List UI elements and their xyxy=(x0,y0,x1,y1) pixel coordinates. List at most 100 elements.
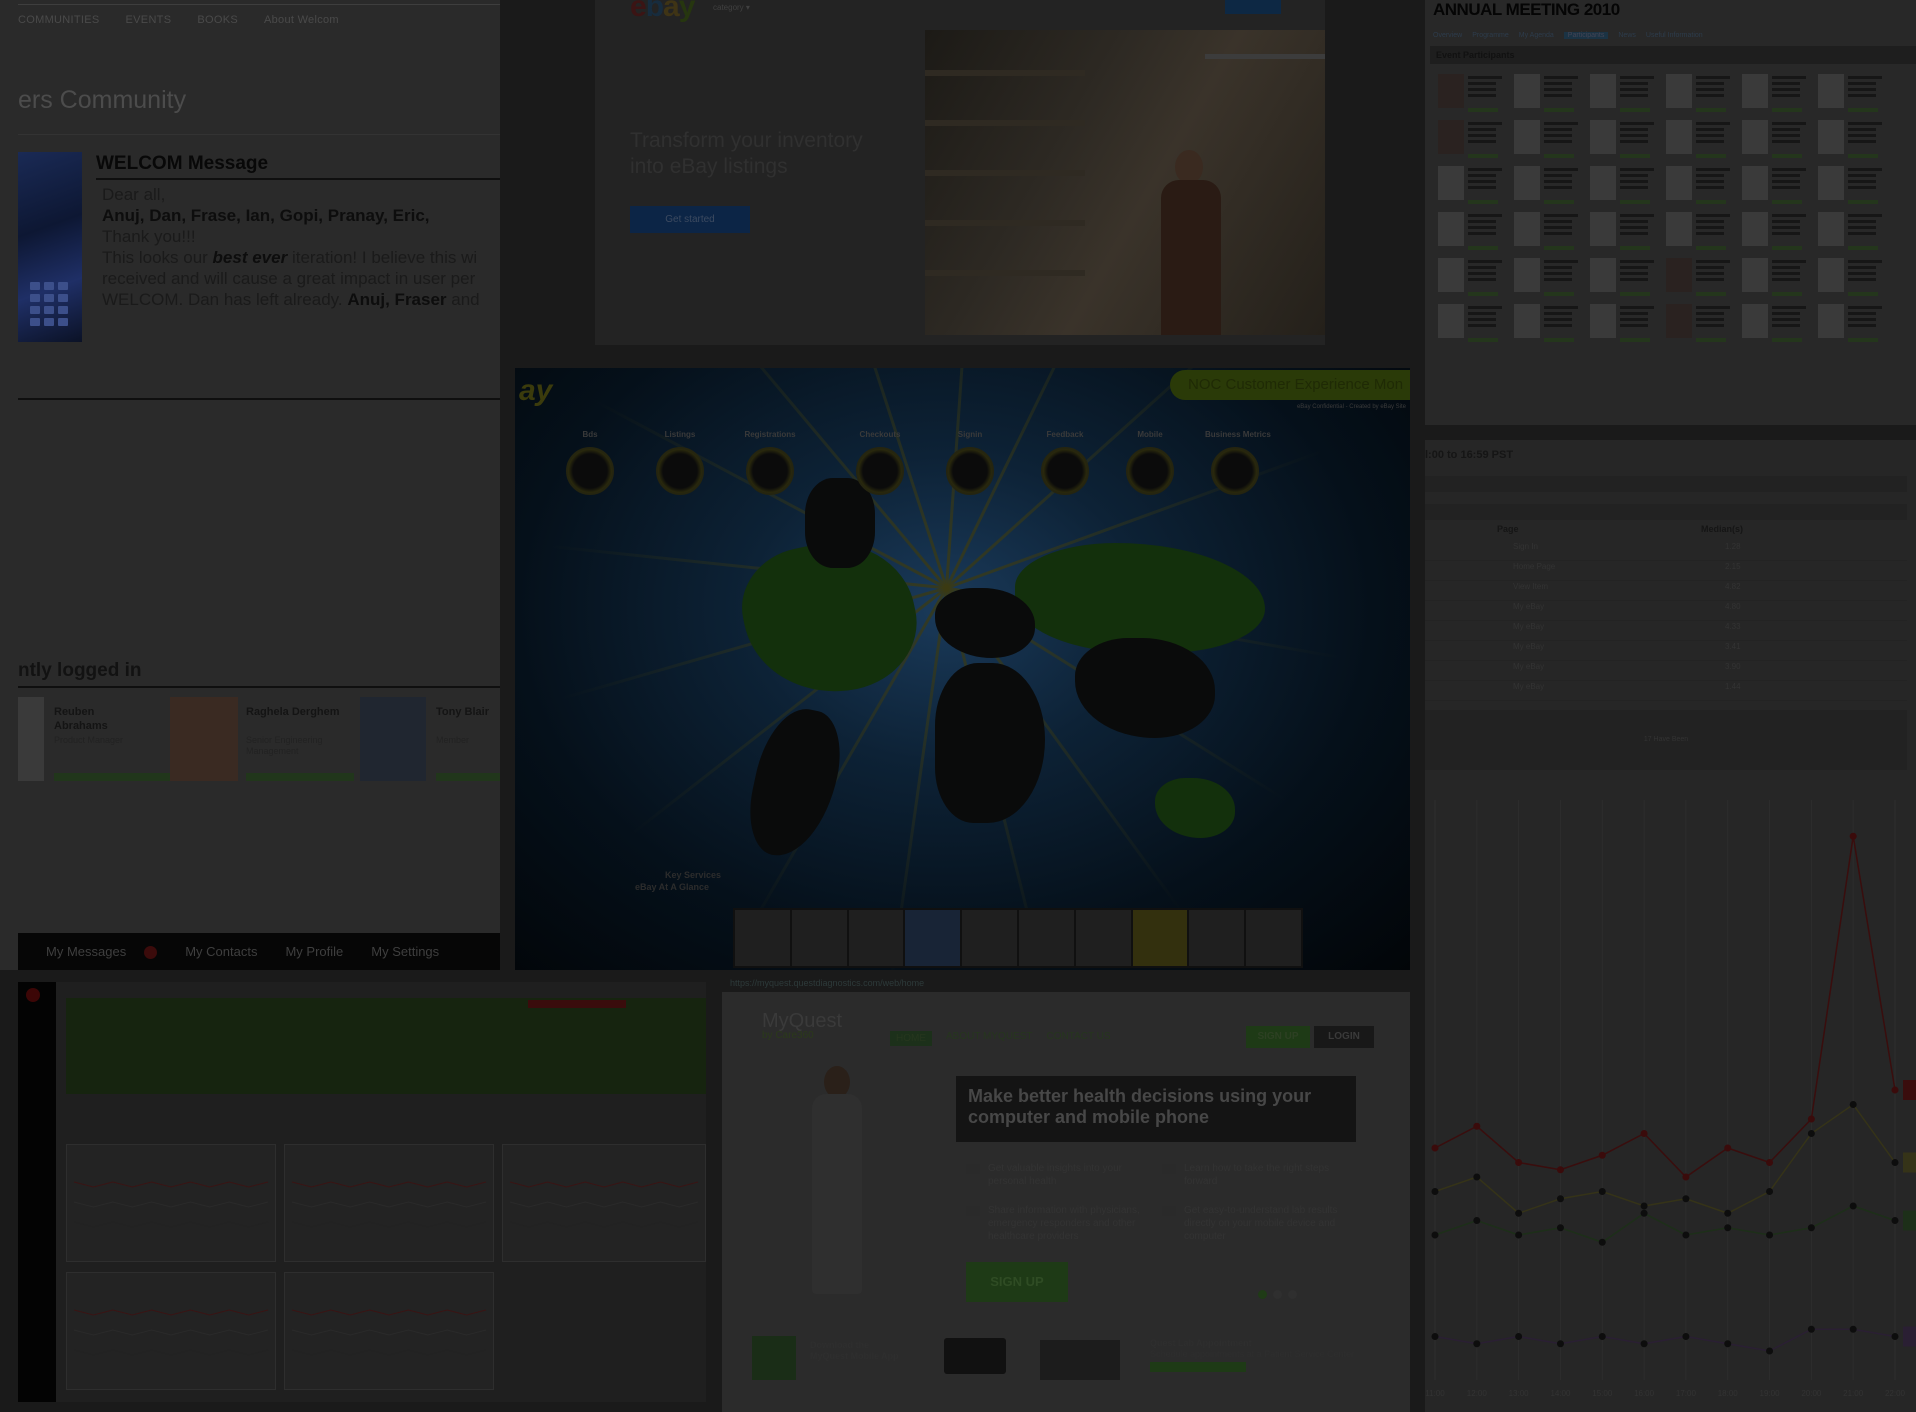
data-point[interactable] xyxy=(1556,1195,1564,1203)
product-thumb[interactable] xyxy=(1018,910,1074,966)
data-point[interactable] xyxy=(1682,1231,1690,1239)
nav-home[interactable]: HOME xyxy=(890,1031,932,1046)
data-point[interactable] xyxy=(1556,1166,1564,1174)
data-point[interactable] xyxy=(1431,1231,1439,1239)
tab-my-messages[interactable]: My Messages xyxy=(18,944,171,960)
member-card[interactable]: Reuben Abrahams Product Manager xyxy=(18,697,178,781)
tab-overview[interactable]: Overview xyxy=(1433,32,1462,39)
participant-card[interactable] xyxy=(1734,300,1818,344)
participant-card[interactable] xyxy=(1506,300,1590,344)
data-point[interactable] xyxy=(1556,1224,1564,1232)
participant-card[interactable] xyxy=(1430,254,1514,298)
participant-card[interactable] xyxy=(1430,162,1514,206)
participant-card[interactable] xyxy=(1810,254,1894,298)
table-row[interactable]: My eBay 3.90 xyxy=(1425,662,1907,681)
data-point[interactable] xyxy=(1849,1325,1857,1333)
data-point[interactable] xyxy=(1807,1115,1815,1123)
member-card[interactable]: Raghela Derghem Senior Engineering Manag… xyxy=(170,697,356,781)
data-point[interactable] xyxy=(1766,1347,1774,1355)
participant-card[interactable] xyxy=(1810,300,1894,344)
gauge-bds[interactable]: Bds xyxy=(560,430,620,495)
participant-card[interactable] xyxy=(1658,300,1742,344)
participant-card[interactable] xyxy=(1582,300,1666,344)
data-point[interactable] xyxy=(1766,1231,1774,1239)
table-row[interactable]: My eBay 1.44 xyxy=(1425,682,1907,701)
nav-about[interactable]: About Welcom xyxy=(264,14,339,26)
data-point[interactable] xyxy=(1473,1217,1481,1224)
data-point[interactable] xyxy=(1724,1209,1732,1217)
product-thumb[interactable] xyxy=(1189,910,1245,966)
table-row[interactable]: Home Page 2.15 xyxy=(1425,562,1907,581)
data-point[interactable] xyxy=(1766,1188,1774,1195)
tab-my-contacts[interactable]: My Contacts xyxy=(171,944,271,959)
data-point[interactable] xyxy=(1431,1333,1439,1340)
participant-card[interactable] xyxy=(1810,162,1894,206)
participant-card[interactable] xyxy=(1430,300,1514,344)
product-thumb[interactable] xyxy=(962,910,1017,966)
data-point[interactable] xyxy=(1640,1202,1648,1210)
nav-events[interactable]: EVENTS xyxy=(126,14,172,26)
data-point[interactable] xyxy=(1891,1086,1899,1094)
data-point[interactable] xyxy=(1598,1333,1606,1340)
data-point[interactable] xyxy=(1556,1340,1564,1348)
tab-participants[interactable]: Participants xyxy=(1563,32,1609,39)
data-point[interactable] xyxy=(1640,1340,1648,1348)
data-point[interactable] xyxy=(1807,1325,1815,1333)
data-point[interactable] xyxy=(1849,1202,1857,1210)
participant-card[interactable] xyxy=(1506,70,1590,114)
participant-card[interactable] xyxy=(1658,254,1742,298)
product-thumb[interactable] xyxy=(735,910,790,966)
participant-card[interactable] xyxy=(1430,116,1514,160)
login-button[interactable]: LOGIN xyxy=(1314,1026,1374,1048)
category-select[interactable]: category ▾ xyxy=(713,3,750,12)
data-point[interactable] xyxy=(1849,832,1857,840)
participant-card[interactable] xyxy=(1734,208,1818,252)
get-started-button[interactable]: Get started xyxy=(630,206,750,233)
table-row[interactable]: My eBay 3.41 xyxy=(1425,642,1907,661)
tab-my-agenda[interactable]: My Agenda xyxy=(1519,32,1554,39)
data-point[interactable] xyxy=(1724,1224,1732,1232)
nav-contact-us[interactable]: CONTACT US xyxy=(1047,1031,1111,1046)
download-app-text[interactable]: Download the MyQuest Mobile App xyxy=(810,1340,900,1362)
header-signup-button[interactable]: SIGN UP xyxy=(1246,1026,1310,1048)
product-thumb[interactable] xyxy=(1075,910,1131,966)
data-point[interactable] xyxy=(1640,1209,1648,1217)
participant-card[interactable] xyxy=(1506,254,1590,298)
participant-card[interactable] xyxy=(1734,70,1818,114)
gauge-feedback[interactable]: Feedback xyxy=(1035,430,1095,495)
participant-card[interactable] xyxy=(1506,208,1590,252)
data-point[interactable] xyxy=(1891,1159,1899,1166)
carousel-dot[interactable] xyxy=(1273,1290,1282,1299)
appointment-button[interactable] xyxy=(1150,1362,1246,1372)
data-point[interactable] xyxy=(1473,1122,1481,1130)
gauge-signin[interactable]: Signin xyxy=(940,430,1000,495)
signup-button[interactable]: SIGN UP xyxy=(966,1262,1068,1302)
table-row[interactable]: View Item 4.82 xyxy=(1425,582,1907,601)
table-row[interactable]: Sign In 1.28 xyxy=(1425,542,1907,561)
carousel-dot[interactable] xyxy=(1258,1290,1267,1299)
data-point[interactable] xyxy=(1682,1333,1690,1340)
data-point[interactable] xyxy=(1682,1195,1690,1203)
nav-about-myquest[interactable]: ABOUT MYQUEST xyxy=(946,1031,1033,1046)
gauge-mobile[interactable]: Mobile xyxy=(1120,430,1180,495)
participant-card[interactable] xyxy=(1810,116,1894,160)
participant-card[interactable] xyxy=(1658,70,1742,114)
data-point[interactable] xyxy=(1473,1173,1481,1181)
ebay-logo[interactable]: ebay xyxy=(630,0,695,24)
data-point[interactable] xyxy=(1598,1188,1606,1195)
nav-communities[interactable]: COMMUNITIES xyxy=(18,14,100,26)
data-point[interactable] xyxy=(1598,1151,1606,1159)
data-point[interactable] xyxy=(1766,1159,1774,1166)
product-thumb[interactable] xyxy=(848,910,904,966)
tab-programme[interactable]: Programme xyxy=(1472,32,1509,39)
nav-books[interactable]: BOOKS xyxy=(197,14,238,26)
participant-card[interactable] xyxy=(1506,116,1590,160)
product-thumb[interactable] xyxy=(1132,910,1188,966)
table-row[interactable]: My eBay 4.80 xyxy=(1425,602,1907,621)
address-bar[interactable]: https://myquest.questdiagnostics.com/web… xyxy=(722,976,1410,992)
product-thumb[interactable] xyxy=(1246,910,1301,966)
carousel-dot[interactable] xyxy=(1288,1290,1297,1299)
gauge-business-metrics[interactable]: Business Metrics xyxy=(1205,430,1271,495)
participant-card[interactable] xyxy=(1430,70,1514,114)
product-thumb[interactable] xyxy=(791,910,847,966)
